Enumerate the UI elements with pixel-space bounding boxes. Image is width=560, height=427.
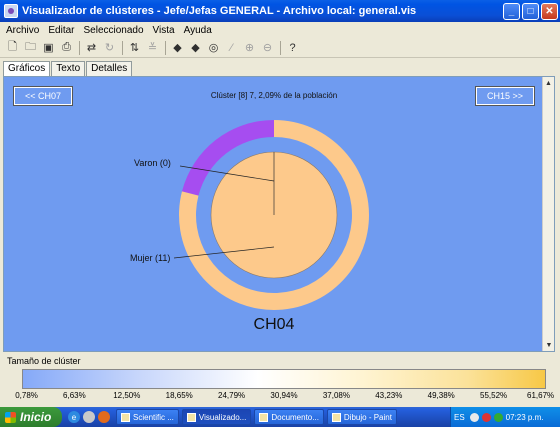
toolbar-separator: [79, 40, 80, 55]
scroll-down-icon[interactable]: ▼: [543, 339, 555, 351]
ie-icon[interactable]: e: [68, 411, 80, 423]
forward-icon[interactable]: ◆: [187, 39, 204, 56]
taskbar: Inicio e Scientific ... Visualizado... D…: [0, 407, 560, 427]
close-button[interactable]: ✕: [541, 2, 558, 20]
label-varon: Varon (0): [134, 158, 171, 168]
tab-detalles[interactable]: Detalles: [86, 61, 133, 76]
menu-editar[interactable]: Editar: [48, 25, 74, 36]
back-icon[interactable]: ◆: [169, 39, 186, 56]
firefox-icon[interactable]: [98, 411, 110, 423]
chart-panel: Varon (0) Mujer (11) CH04 << CH07 Clúster …: [3, 76, 555, 352]
task-scientific[interactable]: Scientific ...: [116, 409, 179, 425]
tab-texto[interactable]: Texto: [51, 61, 86, 76]
legend-title: Tamaño de clúster: [7, 356, 81, 366]
quick-launch: e: [68, 411, 113, 423]
filter-icon[interactable]: ≚: [144, 39, 161, 56]
task-label: Dibujo - Paint: [343, 412, 392, 422]
print-icon[interactable]: ⎙: [58, 39, 75, 56]
menu-vista[interactable]: Vista: [153, 25, 175, 36]
legend-tick-label: 37,08%: [322, 391, 350, 400]
language-indicator[interactable]: ES: [454, 413, 465, 422]
legend-tick-label: 43,23%: [375, 391, 403, 400]
cluster-size-legend: Tamaño de clúster 0,78% 6,63% 12,50% 18,65%…: [0, 353, 560, 408]
menu-archivo[interactable]: Archivo: [6, 25, 39, 36]
zoom-in-icon[interactable]: ⊕: [241, 39, 258, 56]
task-app-icon: [259, 412, 269, 422]
view-tabs: Gráficos Texto Detalles: [3, 61, 133, 77]
legend-tick-label: 6,63%: [63, 391, 86, 400]
cluster-caption: Clúster [8] 7, 2,09% de la población: [210, 91, 338, 100]
system-tray: ES 07:23 p.m.: [450, 407, 560, 427]
legend-tick-label: 49,38%: [427, 391, 455, 400]
legend-tick-label: 61,67%: [527, 391, 555, 400]
start-label: Inicio: [20, 410, 52, 424]
toolbar-separator: [122, 40, 123, 55]
start-button[interactable]: Inicio: [0, 407, 62, 427]
task-label: Scientific ...: [133, 412, 174, 422]
maximize-button[interactable]: □: [522, 2, 539, 20]
legend-tick-label: 0,78%: [15, 391, 38, 400]
tray-icon[interactable]: [469, 412, 479, 422]
toolbar-separator: [280, 40, 281, 55]
task-paint[interactable]: Dibujo - Paint: [326, 409, 397, 425]
legend-tick-label: 24,79%: [218, 391, 246, 400]
prev-cluster-button[interactable]: << CH07: [13, 86, 73, 106]
scroll-up-icon[interactable]: ▲: [543, 77, 554, 89]
legend-color-bar: [22, 369, 546, 389]
open-icon[interactable]: 🗀: [22, 39, 39, 56]
task-app-icon: [186, 412, 196, 422]
label-mujer: Mujer (11): [130, 253, 170, 263]
menu-ayuda[interactable]: Ayuda: [184, 25, 212, 36]
task-visualizador[interactable]: Visualizado...: [181, 409, 252, 425]
task-app-icon: [121, 412, 130, 422]
zoom-out-icon[interactable]: ⊖: [259, 39, 276, 56]
cluster-chart: Varon (0) Mujer (11) CH04: [130, 120, 370, 333]
save-icon[interactable]: ▣: [40, 39, 57, 56]
legend-tick-label: 18,65%: [165, 391, 193, 400]
binoculars-icon[interactable]: ◎: [205, 39, 222, 56]
task-label: Documento...: [271, 412, 319, 422]
legend-tick-label: 30,94%: [270, 391, 298, 400]
chart-title: CH04: [254, 316, 295, 333]
toolbar-separator: [165, 40, 166, 55]
swap-icon[interactable]: ⇄: [83, 39, 100, 56]
next-cluster-button[interactable]: CH15 >>: [475, 86, 535, 106]
task-app-icon: [331, 412, 341, 422]
magic-icon[interactable]: ⁄: [223, 39, 240, 56]
windows-flag-icon: [5, 411, 16, 423]
menu-seleccionado[interactable]: Seleccionado: [83, 25, 143, 36]
legend-tick-label: 55,52%: [480, 391, 508, 400]
tray-icon[interactable]: [493, 412, 503, 422]
task-label: Visualizado...: [198, 412, 247, 422]
refresh-icon[interactable]: ↻: [101, 39, 118, 56]
clock: 07:23 p.m.: [505, 412, 544, 422]
sort-icon[interactable]: ⇅: [126, 39, 143, 56]
legend-ticks: 0,78% 6,63% 12,50% 18,65% 24,79% 30,94% 37,08%…: [0, 391, 560, 403]
legend-tick-label: 12,50%: [113, 391, 141, 400]
task-documento[interactable]: Documento...: [254, 409, 324, 425]
help-icon[interactable]: ?: [284, 39, 301, 56]
toolbar: 🗋 🗀 ▣ ⎙ ⇄ ↻ ⇅ ≚ ◆ ◆ ◎ ⁄ ⊕ ⊖ ?: [0, 38, 560, 58]
new-icon[interactable]: 🗋: [4, 39, 21, 56]
window-title: Visualizador de clústeres - Jefe/Jefas G…: [22, 5, 417, 17]
title-bar: Visualizador de clústeres - Jefe/Jefas G…: [0, 0, 560, 22]
desktop-icon[interactable]: [83, 411, 95, 423]
minimize-button[interactable]: _: [503, 2, 520, 20]
tray-icon[interactable]: [481, 412, 491, 422]
tab-graficos[interactable]: Gráficos: [3, 61, 51, 77]
vertical-scrollbar[interactable]: ▲ ▼: [542, 77, 554, 351]
app-icon[interactable]: [4, 4, 18, 18]
menu-bar: Archivo Editar Seleccionado Vista Ayuda: [0, 22, 560, 38]
